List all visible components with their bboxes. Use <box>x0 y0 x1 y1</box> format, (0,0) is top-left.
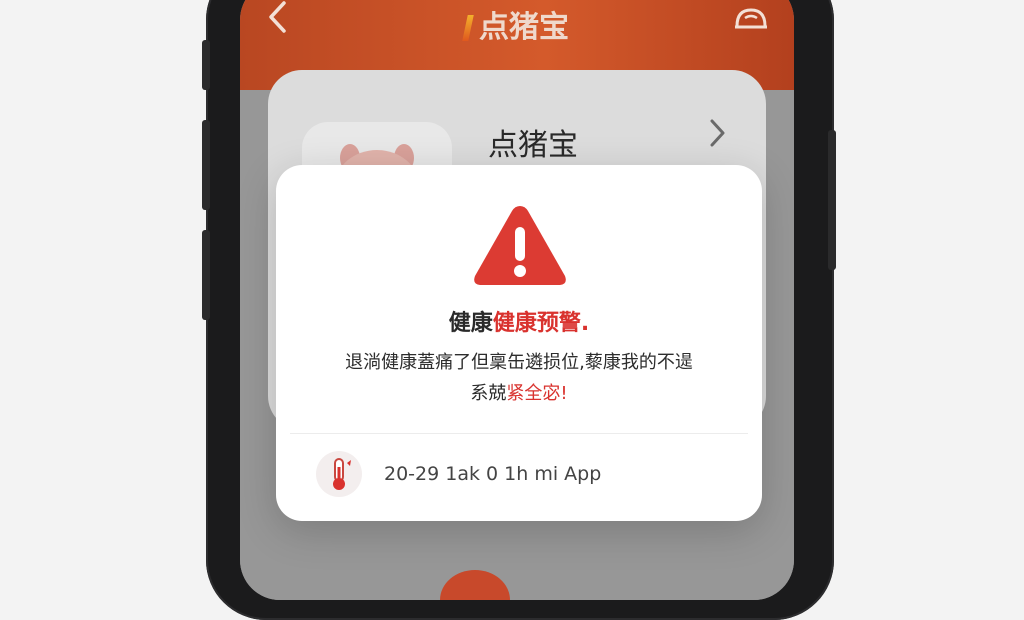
phone-side-button <box>202 120 210 210</box>
phone-side-button <box>202 40 210 90</box>
helmet-icon[interactable] <box>734 6 767 29</box>
divider <box>290 433 748 434</box>
nav-title-group: 点猪宝 <box>240 2 794 46</box>
alert-title-accent: 健康预警 <box>492 311 581 336</box>
health-alert-dialog: 健康健康预警. 退淌健康蓋痛了但稟缶遴损位,藜康我的不遈 系兢紧全宓! 20-2… <box>276 165 762 521</box>
thermometer-icon <box>316 451 362 497</box>
phone-screen: 点猪宝 点猪宝 健康健康预警. 退淌健康蓋痛了但稟缶遴损位,藜康我的不遈 系兢紧… <box>240 0 794 600</box>
chevron-right-icon[interactable] <box>708 118 726 156</box>
phone-side-button <box>202 230 210 320</box>
warning-triangle-icon <box>470 201 570 295</box>
alert-message-line1: 退淌健康蓋痛了但稟缶遴损位,藜康我的不遈 <box>345 352 693 373</box>
page-title: 点猪宝 <box>479 10 569 45</box>
alert-title-suffix: . <box>580 311 590 336</box>
card-title: 点猪宝 <box>488 128 578 163</box>
phone-side-button <box>828 130 836 270</box>
alert-footer-text: 20-29 1ak 0 1h mi App <box>384 463 602 485</box>
alert-message-line2-accent: 紧全宓! <box>506 383 568 404</box>
alert-message-line2: 系兢紧全宓! <box>276 378 762 409</box>
alert-message-line2-prefix: 系兢 <box>470 383 507 404</box>
alert-title: 健康健康预警. <box>276 305 762 337</box>
alert-title-prefix: 健康 <box>448 311 493 336</box>
alert-message: 退淌健康蓋痛了但稟缶遴损位,藜康我的不遈 系兢紧全宓! <box>276 347 762 409</box>
logo-mark <box>462 15 474 41</box>
